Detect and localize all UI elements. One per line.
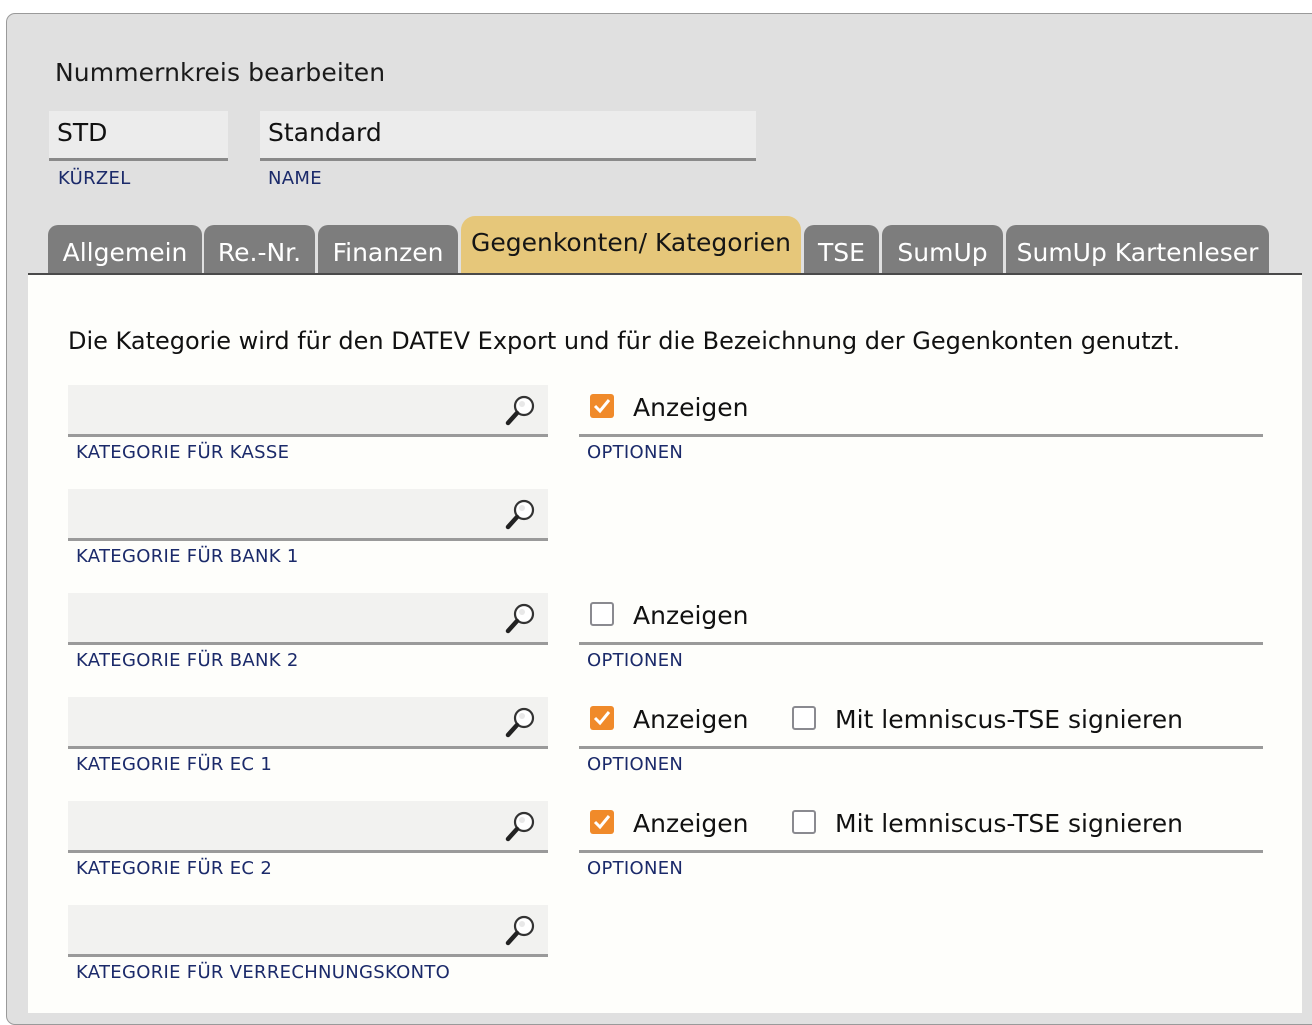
options-ec2-label: OPTIONEN [587,858,684,879]
options-row-kasse: Anzeigen [579,385,1263,437]
category-verrechnungskonto-input[interactable] [68,905,548,957]
magnifier-icon[interactable] [504,601,538,635]
anzeigen-kasse-checkbox[interactable] [590,394,614,418]
category-kasse-label: KATEGORIE FÜR KASSE [76,442,290,463]
tse-ec1-checkbox[interactable] [792,706,816,730]
tab-re-nr[interactable]: Re.-Nr. [204,225,315,273]
checkmark-icon [593,815,611,830]
magnifier-icon[interactable] [504,913,538,947]
tab-sumup-kartenleser[interactable]: SumUp Kartenleser [1006,225,1269,273]
dialog-title: Nummernkreis bearbeiten [55,58,386,87]
name-field[interactable]: Standard [260,111,756,161]
tab-finanzen[interactable]: Finanzen [318,225,458,273]
options-row-ec1: Anzeigen Mit lemniscus-TSE signieren [579,697,1263,749]
tse-ec1-label[interactable]: Mit lemniscus-TSE signieren [835,705,1183,734]
anzeigen-kasse-label[interactable]: Anzeigen [633,393,749,422]
magnifier-icon[interactable] [504,809,538,843]
category-bank1-input[interactable] [68,489,548,541]
category-bank2-label: KATEGORIE FÜR BANK 2 [76,650,299,671]
magnifier-icon[interactable] [504,705,538,739]
options-ec1-label: OPTIONEN [587,754,684,775]
anzeigen-ec1-label[interactable]: Anzeigen [633,705,749,734]
category-bank2-input[interactable] [68,593,548,645]
category-bank1-label: KATEGORIE FÜR BANK 1 [76,546,299,567]
category-ec1-label: KATEGORIE FÜR EC 1 [76,754,273,775]
category-verrechnungskonto-label: KATEGORIE FÜR VERRECHNUNGSKONTO [76,962,451,983]
kuerzel-label: KÜRZEL [58,168,131,189]
category-kasse-input[interactable] [68,385,548,437]
tse-ec2-label[interactable]: Mit lemniscus-TSE signieren [835,809,1183,838]
category-ec2-label: KATEGORIE FÜR EC 2 [76,858,273,879]
tab-gegenkonten-kategorien[interactable]: Gegenkonten/ Kategorien [461,216,801,273]
panel-intro-text: Die Kategorie wird für den DATEV Export … [68,327,1181,355]
anzeigen-ec2-label[interactable]: Anzeigen [633,809,749,838]
tse-ec2-checkbox[interactable] [792,810,816,834]
options-kasse-label: OPTIONEN [587,442,684,463]
kuerzel-field[interactable]: STD [49,111,228,161]
name-value: Standard [268,118,382,147]
magnifier-icon[interactable] [504,393,538,427]
options-row-ec2: Anzeigen Mit lemniscus-TSE signieren [579,801,1263,853]
tab-tse[interactable]: TSE [804,225,879,273]
tab-sumup[interactable]: SumUp [882,225,1003,273]
category-ec2-input[interactable] [68,801,548,853]
anzeigen-ec1-checkbox[interactable] [590,706,614,730]
checkmark-icon [593,399,611,414]
anzeigen-ec2-checkbox[interactable] [590,810,614,834]
tab-allgemein[interactable]: Allgemein [48,225,202,273]
category-ec1-input[interactable] [68,697,548,749]
tab-panel: Die Kategorie wird für den DATEV Export … [28,273,1302,1013]
anzeigen-bank2-checkbox[interactable] [590,602,614,626]
options-row-bank2: Anzeigen [579,593,1263,645]
magnifier-icon[interactable] [504,497,538,531]
name-label: NAME [268,168,322,189]
checkmark-icon [593,711,611,726]
options-bank2-label: OPTIONEN [587,650,684,671]
anzeigen-bank2-label[interactable]: Anzeigen [633,601,749,630]
kuerzel-value: STD [57,118,108,147]
